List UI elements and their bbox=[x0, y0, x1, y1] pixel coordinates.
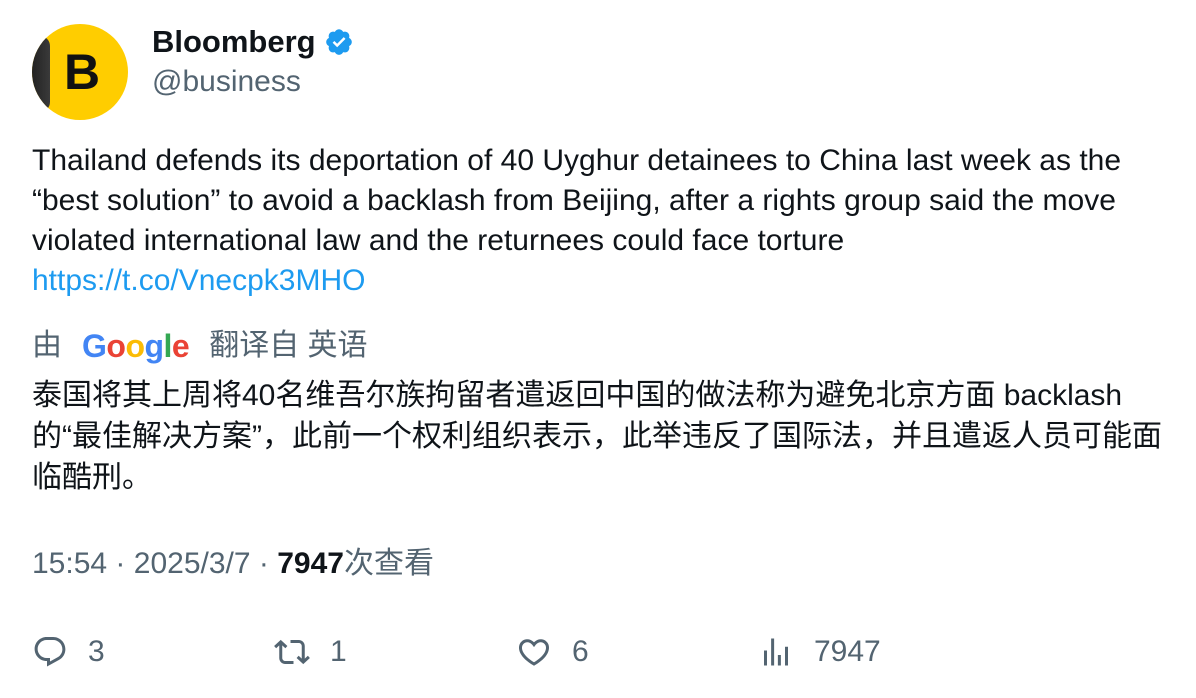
verified-badge-icon[interactable] bbox=[324, 27, 354, 57]
author-handle[interactable]: @business bbox=[152, 62, 301, 102]
action-bar: 3 1 6 7947 bbox=[0, 630, 1196, 674]
retweet-count: 1 bbox=[330, 635, 347, 668]
view-count: 7947 bbox=[277, 547, 344, 580]
views-button[interactable]: 7947 bbox=[758, 630, 881, 674]
meta-separator-2: · bbox=[258, 547, 269, 580]
translated-text: 泰国将其上周将40名维吾尔族拘留者遣返回中国的做法称为避免北京方面 backla… bbox=[32, 379, 1162, 494]
tweet-time[interactable]: 15:54 bbox=[32, 547, 107, 580]
views-count: 7947 bbox=[814, 635, 881, 668]
reply-count: 3 bbox=[88, 635, 105, 668]
google-logo[interactable]: Google bbox=[82, 326, 190, 366]
analytics-icon bbox=[764, 638, 788, 666]
translation-attribution: 由 Google 翻译自 英语 bbox=[32, 326, 368, 366]
retweet-icon bbox=[274, 639, 310, 665]
translation-suffix: 翻译自 英语 bbox=[209, 329, 368, 362]
avatar[interactable]: B bbox=[32, 24, 128, 120]
translation-prefix: 由 bbox=[32, 329, 62, 362]
like-button[interactable]: 6 bbox=[516, 630, 589, 674]
view-count-label: 次查看 bbox=[343, 547, 434, 580]
author-display-name[interactable]: Bloomberg bbox=[152, 22, 316, 62]
reply-button[interactable]: 3 bbox=[32, 630, 105, 674]
tweet-link[interactable]: https://t.co/Vnecpk3MHO bbox=[32, 264, 365, 297]
tweet-date[interactable]: 2025/3/7 bbox=[134, 547, 251, 580]
reply-icon bbox=[34, 637, 66, 667]
retweet-button[interactable]: 1 bbox=[274, 630, 347, 674]
avatar-letter: B bbox=[63, 44, 101, 100]
tweet-text: Thailand defends its deportation of 40 U… bbox=[32, 141, 1172, 301]
meta-separator: · bbox=[115, 547, 126, 580]
like-count: 6 bbox=[572, 635, 589, 668]
author-name[interactable]: Bloomberg bbox=[152, 22, 354, 62]
tweet-meta: 15:54 · 2025/3/7 · 7947次查看 bbox=[32, 544, 434, 584]
tweet-body: Thailand defends its deportation of 40 U… bbox=[32, 144, 1122, 257]
heart-icon bbox=[518, 639, 550, 666]
